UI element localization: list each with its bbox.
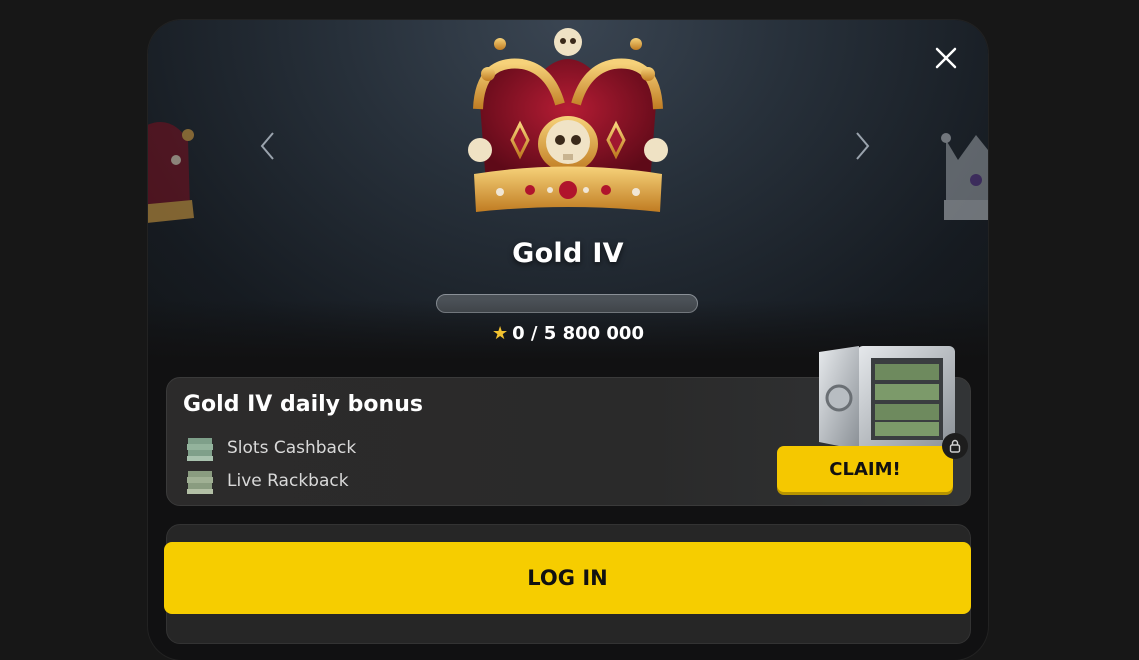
bonus-item-slots-cashback: Slots Cashback xyxy=(185,434,356,462)
points-text: 0 / 5 800 000 xyxy=(512,323,644,344)
chevron-left-icon[interactable] xyxy=(258,130,278,162)
bonus-title: Gold IV daily bonus xyxy=(183,392,423,417)
cash-stack-icon xyxy=(187,471,213,494)
login-button[interactable]: LOG IN xyxy=(164,542,971,614)
close-icon[interactable] xyxy=(934,46,958,70)
safe-icon xyxy=(819,346,955,450)
level-points: ★ 0 / 5 800 000 xyxy=(148,323,988,344)
crown-icon xyxy=(468,28,668,212)
daily-bonus-card: Gold IV daily bonus Slots Cashback Live … xyxy=(166,346,971,506)
chevron-right-icon[interactable] xyxy=(852,130,872,162)
vip-level-modal: Gold IV ★ 0 / 5 800 000 Gold IV daily bon… xyxy=(148,20,988,660)
bonus-item-live-rackback: Live Rackback xyxy=(185,467,349,495)
level-hero: Gold IV ★ 0 / 5 800 000 xyxy=(148,20,988,360)
next-level-crown-icon[interactable] xyxy=(936,100,988,230)
bonus-item-label: Slots Cashback xyxy=(227,438,357,458)
previous-level-crown-icon[interactable] xyxy=(148,100,198,230)
lock-icon xyxy=(942,433,968,459)
cash-stack-icon xyxy=(187,438,213,461)
star-icon: ★ xyxy=(492,323,509,344)
claim-button[interactable]: CLAIM! xyxy=(777,446,953,492)
level-progress-bar xyxy=(436,294,698,313)
bonus-item-label: Live Rackback xyxy=(227,471,349,491)
level-title: Gold IV xyxy=(512,238,624,269)
